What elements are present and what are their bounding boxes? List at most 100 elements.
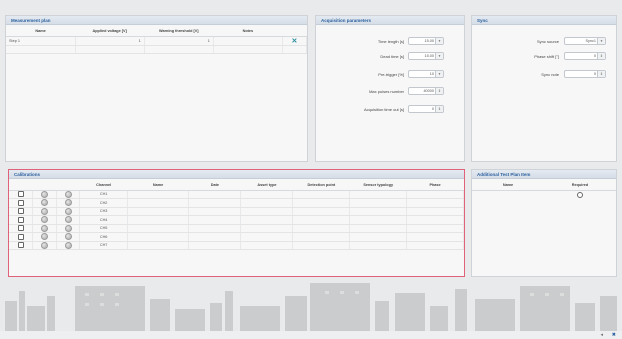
spinner-arrows-icon[interactable]: ⇕ [597, 53, 605, 59]
additional-test-plan-panel: Additional Test Plan Item Name Required [471, 169, 617, 277]
column-header-date: Date [188, 181, 241, 191]
status-led-icon [64, 199, 72, 207]
phase-shift-value: 0 [593, 54, 596, 58]
channel-cell: CH1 [99, 192, 108, 197]
pre-trigger-value: 10 [429, 72, 434, 76]
sync-source-label: Sync source [536, 38, 559, 44]
status-led-icon [40, 233, 48, 241]
status-led-icon [40, 216, 48, 224]
sync-title: Sync [472, 16, 616, 25]
select-checkbox[interactable] [17, 216, 24, 223]
select-cell[interactable] [9, 190, 34, 199]
channel-cell: CH2 [99, 200, 108, 205]
measurement-plan-title: Measurement plan [6, 16, 307, 25]
status-led-icon [64, 216, 72, 224]
dead-time-dropdown[interactable]: 15.00 ▾ [408, 52, 444, 60]
column-header-name: Name [6, 27, 76, 37]
footer-bar: ◂ ✖ [0, 331, 622, 339]
sync-note-value: 0 [593, 72, 596, 76]
acquisition-timeout-value: 0 [431, 107, 434, 111]
max-pulses-label: Max pulses number [369, 88, 404, 94]
spinner-arrows-icon[interactable]: ⇕ [435, 106, 443, 112]
table-row[interactable]: CH6 [9, 232, 464, 242]
spinner-arrows-icon[interactable]: ⇕ [435, 88, 443, 94]
phase-shift-label: Phase shift [°] [534, 53, 559, 59]
column-header-name: Name [127, 181, 189, 191]
column-header-phase: Phase [406, 181, 464, 191]
table-row[interactable]: Step 1 1 1 ✕ [6, 36, 307, 46]
select-checkbox[interactable] [17, 233, 24, 240]
channel-cell: CH4 [99, 217, 108, 222]
status-led-icon [64, 190, 72, 198]
voltage-cell[interactable]: 1 [75, 36, 145, 46]
select-cell[interactable] [9, 224, 34, 233]
chevron-down-icon[interactable]: ▾ [435, 53, 443, 59]
select-checkbox[interactable] [17, 242, 24, 249]
column-header-notes: Notes [213, 27, 283, 37]
max-pulses-value: 40000 [423, 89, 434, 93]
calibrations-title: Calibrations [9, 170, 464, 179]
chevron-down-icon[interactable]: ▾ [435, 71, 443, 77]
time-length-label: Time length [s] [377, 38, 404, 44]
phase-shift-spinner[interactable]: 0 ⇕ [564, 52, 606, 60]
column-header-required: Required [544, 181, 616, 191]
threshold-cell[interactable]: 1 [144, 36, 214, 46]
status-led-icon [40, 241, 48, 249]
status-led-icon [64, 241, 72, 249]
measurement-plan-panel: Measurement plan Name Applied voltage [V… [5, 15, 308, 162]
chevron-down-icon[interactable]: ▾ [435, 38, 443, 44]
sync-panel: Sync Sync source Sync1 ▾ Phase shift [°]… [471, 15, 617, 162]
acquisition-timeout-spinner[interactable]: 0 ⇕ [408, 105, 444, 113]
select-cell[interactable] [9, 232, 34, 242]
select-cell[interactable] [9, 241, 34, 250]
next-icon[interactable]: ✖ [612, 332, 616, 338]
notes-cell[interactable] [213, 36, 283, 46]
chevron-down-icon[interactable]: ▾ [597, 38, 605, 44]
status-led-icon [64, 233, 72, 241]
spinner-arrows-icon[interactable]: ⇕ [597, 71, 605, 77]
channel-cell: CH6 [99, 234, 108, 239]
select-checkbox[interactable] [17, 191, 24, 198]
table-row[interactable]: CH7 [9, 241, 464, 250]
sync-source-dropdown[interactable]: Sync1 ▾ [564, 37, 606, 45]
required-checkbox-cell[interactable] [544, 190, 616, 199]
column-header-threshold: Warning threshold [V] [144, 27, 214, 37]
pre-trigger-label: Pre-trigger [%] [378, 71, 404, 77]
channel-cell: CH3 [99, 209, 108, 214]
time-length-dropdown[interactable]: 15.00 ▾ [408, 37, 444, 45]
sync-note-label: Sync note [541, 71, 559, 77]
status-led-icon [64, 224, 72, 232]
column-header-detection-point: Detection point [292, 181, 350, 191]
table-row[interactable]: CH3 [9, 207, 464, 216]
delete-row-button[interactable]: ✕ [282, 36, 307, 46]
calibrations-table: Channel Name Date Asset type Detection p… [9, 181, 464, 250]
select-checkbox[interactable] [17, 199, 24, 206]
select-cell[interactable] [9, 198, 34, 208]
time-length-value: 15.00 [424, 39, 434, 43]
channel-cell: CH7 [99, 243, 108, 248]
select-cell[interactable] [9, 207, 34, 216]
max-pulses-spinner[interactable]: 40000 ⇕ [408, 87, 444, 95]
required-checkbox[interactable] [577, 191, 583, 198]
column-header-asset-type: Asset type [240, 181, 293, 191]
status-led-icon [40, 207, 48, 215]
prev-icon[interactable]: ◂ [600, 332, 603, 338]
sync-note-spinner[interactable]: 0 ⇕ [564, 70, 606, 78]
acquisition-timeout-label: Acquisition time out [s] [363, 106, 404, 112]
status-led-icon [40, 190, 48, 198]
additional-test-plan-title: Additional Test Plan Item [472, 170, 616, 179]
acquisition-parameters-title: Acquisition parameters [316, 16, 464, 25]
select-cell[interactable] [9, 215, 34, 225]
table-row[interactable]: CH2 [9, 198, 464, 208]
sync-source-value: Sync1 [585, 39, 596, 43]
select-checkbox[interactable] [17, 225, 24, 232]
acquisition-parameters-panel: Acquisition parameters Time length [s] 1… [315, 15, 465, 162]
table-row[interactable]: CH1 [9, 190, 464, 199]
pre-trigger-dropdown[interactable]: 10 ▾ [408, 70, 444, 78]
step-name-cell[interactable]: Step 1 [6, 36, 76, 46]
status-led-icon [64, 207, 72, 215]
table-row[interactable]: CH5 [9, 224, 464, 233]
select-checkbox[interactable] [17, 208, 24, 215]
table-row[interactable]: CH4 [9, 215, 464, 225]
dead-time-value: 15.00 [424, 54, 434, 58]
